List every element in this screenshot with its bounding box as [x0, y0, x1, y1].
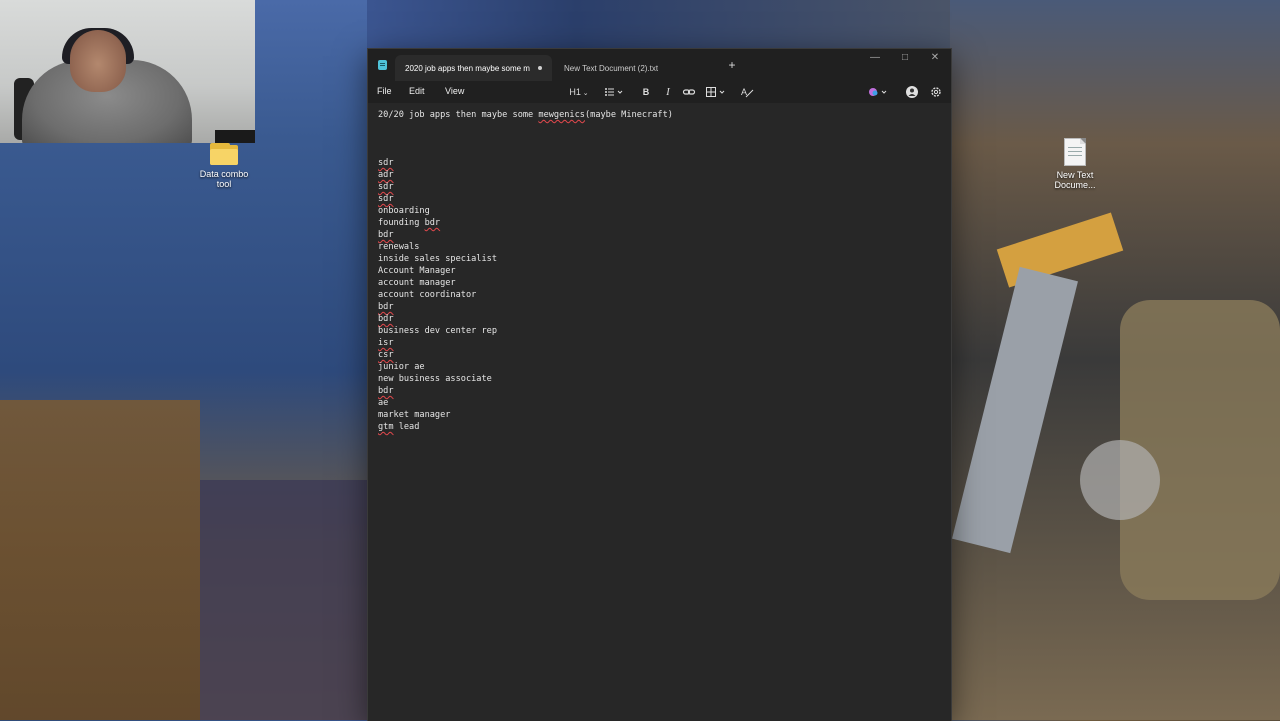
title-bar[interactable]: 2020 job apps then maybe some m New Text…: [368, 49, 951, 81]
list-line: adr: [378, 170, 394, 180]
misspelled-word[interactable]: bdr: [425, 218, 441, 228]
list-line: founding bdr: [378, 218, 441, 228]
list-line: business dev center rep: [378, 326, 497, 336]
desk-item: [215, 130, 255, 143]
svg-text:A: A: [741, 87, 747, 97]
list-line: ae: [378, 398, 389, 408]
settings-icon[interactable]: [929, 85, 943, 99]
list-line: account manager: [378, 278, 456, 288]
list-line: sdr: [378, 182, 394, 192]
list-line: gtm lead: [378, 422, 420, 432]
close-icon[interactable]: ✕: [920, 49, 950, 67]
list-line: sdr: [378, 158, 394, 168]
list-line: inside sales specialist: [378, 254, 497, 264]
menu-bar: File Edit View H1 ⌄ B I A: [368, 81, 951, 103]
tab-active-document[interactable]: 2020 job apps then maybe some m: [395, 55, 552, 81]
unsaved-dot-icon[interactable]: [538, 66, 542, 70]
list-line: bdr: [378, 386, 394, 396]
notepad-app-icon: [378, 60, 387, 70]
list-line: bdr: [378, 314, 394, 324]
list-line: renewals: [378, 242, 420, 252]
desktop-icon-label: New Text: [1056, 170, 1094, 180]
maximize-icon[interactable]: □: [890, 49, 920, 67]
desktop-icon-data-combo-tool[interactable]: Data combo tool: [194, 143, 254, 189]
desktop-icon-label: tool: [216, 179, 232, 189]
text-editor[interactable]: 20/20 job apps then maybe some mewgenics…: [368, 103, 951, 721]
list-line: bdr: [378, 302, 394, 312]
document-title-line: 20/20 job apps then maybe some mewgenics…: [378, 109, 673, 121]
list-line: account coordinator: [378, 290, 477, 300]
list-icon[interactable]: [603, 85, 625, 99]
tab-new-text-document[interactable]: New Text Document (2).txt: [554, 55, 704, 81]
tab-title: 2020 job apps then maybe some m: [405, 63, 530, 73]
tab-title: New Text Document (2).txt: [564, 63, 659, 73]
list-line: Account Manager: [378, 266, 456, 276]
misspelled-word[interactable]: mewgenics: [538, 110, 585, 120]
menu-file[interactable]: File: [377, 86, 392, 96]
desktop-icon-label: Docume...: [1054, 180, 1096, 190]
bold-icon[interactable]: B: [640, 85, 652, 99]
list-line: isr: [378, 338, 394, 348]
heading-dropdown[interactable]: H1 ⌄: [567, 85, 591, 99]
webcam-overlay: [0, 0, 255, 143]
list-line: junior ae: [378, 362, 425, 372]
clear-format-icon[interactable]: A: [740, 85, 754, 99]
table-icon[interactable]: [705, 85, 729, 99]
account-icon[interactable]: [905, 85, 919, 99]
folder-icon: [210, 143, 238, 165]
title-text-prefix: 20/20 job apps then maybe some: [378, 110, 539, 120]
list-line: sdr: [378, 194, 394, 204]
notepad-window: 2020 job apps then maybe some m New Text…: [367, 48, 952, 721]
list-line: onboarding: [378, 206, 430, 216]
copilot-icon[interactable]: [867, 85, 889, 99]
desktop-icon-new-text-document[interactable]: New Text Docume...: [1045, 138, 1105, 190]
desktop-icon-label: Data combo: [199, 169, 249, 179]
list-line: bdr: [378, 230, 394, 240]
person-head: [70, 30, 126, 92]
chevron-down-icon: ⌄: [580, 90, 589, 97]
list-line: new business associate: [378, 374, 492, 384]
new-tab-plus-icon[interactable]: +: [724, 57, 740, 73]
heading-label: H1: [569, 87, 581, 97]
menu-view[interactable]: View: [445, 86, 464, 96]
italic-icon[interactable]: I: [662, 85, 674, 99]
minimize-icon[interactable]: —: [860, 49, 890, 67]
link-icon[interactable]: [682, 85, 696, 99]
list-line: market manager: [378, 410, 451, 420]
menu-edit[interactable]: Edit: [409, 86, 425, 96]
text-file-icon: [1064, 138, 1086, 166]
title-text-suffix: (maybe Minecraft): [584, 110, 673, 120]
misspelled-word[interactable]: gtm: [378, 422, 394, 432]
list-line: csr: [378, 350, 394, 360]
